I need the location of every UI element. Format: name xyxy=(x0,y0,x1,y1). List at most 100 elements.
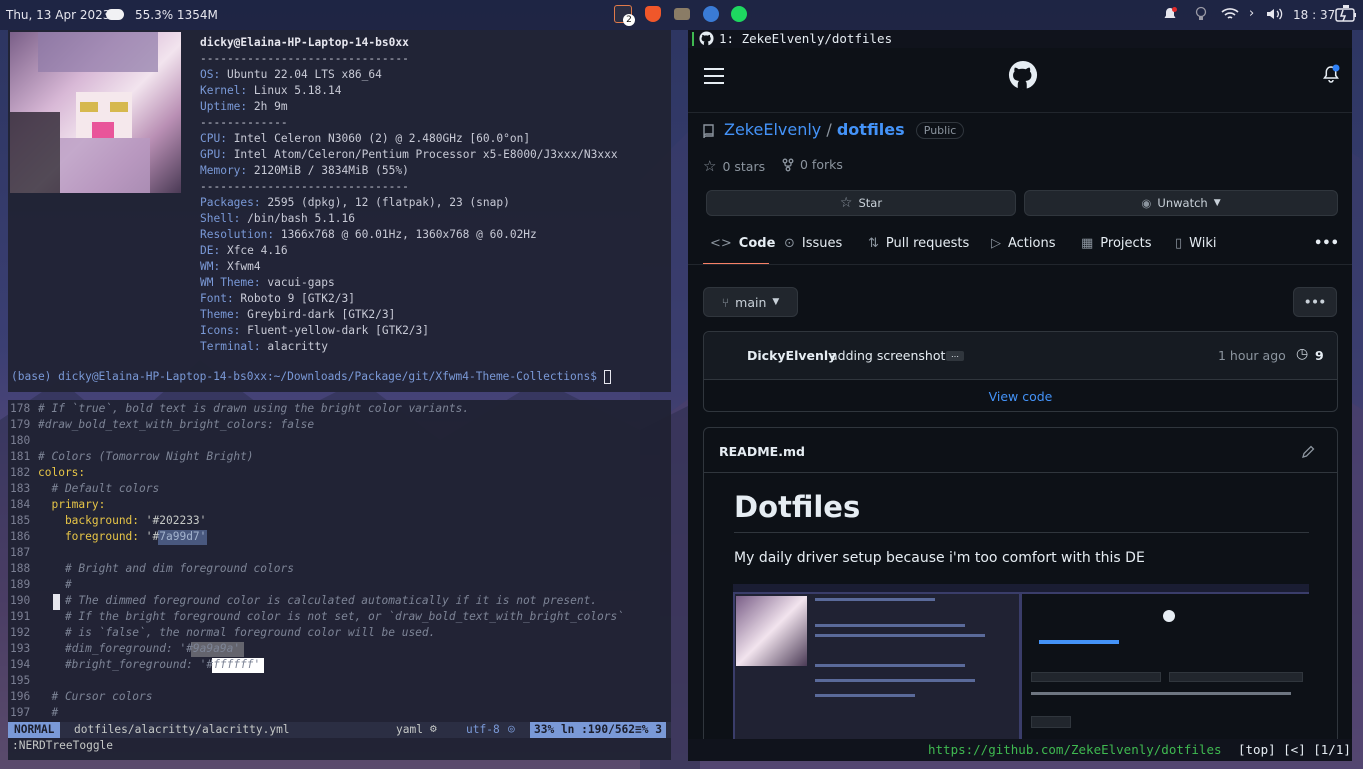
terminal-neofetch[interactable]: dicky@Elaina-HP-Laptop-14-bs0xx --------… xyxy=(8,30,671,392)
status-url[interactable]: https://github.com/ZekeElvenly/dotfiles xyxy=(928,742,1222,757)
code-line: 197 # xyxy=(10,706,59,719)
spotify-icon[interactable] xyxy=(731,6,747,22)
chevron-right-icon[interactable]: › xyxy=(1249,6,1254,21)
wifi-icon[interactable] xyxy=(1221,7,1239,21)
edit-pencil-icon[interactable] xyxy=(1301,445,1315,459)
mode-indicator: NORMAL xyxy=(8,722,61,738)
hamburger-menu-icon[interactable] xyxy=(704,67,724,84)
pull-request-icon: ⇅ xyxy=(868,236,879,251)
tab-indicator xyxy=(692,32,694,46)
caret-down-icon: ▼ xyxy=(1213,198,1221,208)
issue-icon: ⊙ xyxy=(784,236,795,251)
thunderbird-icon[interactable] xyxy=(703,6,719,22)
color-swatch-highlight xyxy=(158,530,207,545)
readme-divider xyxy=(704,472,1337,473)
code-line: 185 background: '#202233' xyxy=(10,514,207,527)
tab-wiki[interactable]: ▯ Wiki xyxy=(1175,236,1216,251)
code-line: 187 xyxy=(10,546,31,559)
tab-code[interactable]: <> Code xyxy=(710,236,775,251)
book-icon: ▯ xyxy=(1175,236,1183,251)
terminal-vim[interactable]: 178 # If `true`, bold text is drawn using… xyxy=(8,400,671,760)
play-circle-icon: ▷ xyxy=(991,236,1001,251)
browser-status-bar: https://github.com/ZekeElvenly/dotfiles … xyxy=(688,739,1352,761)
more-options-button[interactable]: ••• xyxy=(1293,287,1337,317)
de-line: DE: Xfce 4.16 xyxy=(200,244,288,257)
shell-line: Shell: /bin/bash 5.1.16 xyxy=(200,212,355,225)
branch-icon: ⑂ xyxy=(721,294,730,310)
notification-bell-icon[interactable] xyxy=(1322,64,1340,84)
code-line: 193 #dim_foreground: '#9a9a9a' xyxy=(10,642,241,655)
shell-prompt[interactable]: (base) dicky@Elaina-HP-Laptop-14-bs0xx:~… xyxy=(11,370,611,384)
unwatch-label: Unwatch xyxy=(1157,196,1208,210)
github-icon xyxy=(699,31,714,46)
tab-projects[interactable]: ▦ Projects xyxy=(1081,236,1152,251)
cursor-position: 33% ln :190/562≡% 3 xyxy=(530,722,666,738)
commit-count[interactable]: 9 xyxy=(1315,348,1324,363)
code-line: 182 colors: xyxy=(10,466,86,479)
repo-name-link[interactable]: dotfiles xyxy=(837,120,905,139)
code-line: 180 xyxy=(10,434,31,447)
os-line: OS: Ubuntu 22.04 LTS x86_64 xyxy=(200,68,382,81)
code-line: 183 # Default colors xyxy=(10,482,160,495)
code-line: 179 #draw_bold_text_with_bright_colors: f… xyxy=(10,418,315,431)
brave-browser-icon[interactable] xyxy=(645,6,661,22)
github-logo-icon[interactable] xyxy=(1008,60,1038,90)
code-line: 189 # xyxy=(10,578,72,591)
commit-ellipsis-button[interactable]: … xyxy=(946,351,964,361)
clock[interactable]: 18 : 37 xyxy=(1293,8,1335,22)
wm-theme-line: WM Theme: vacui-gaps xyxy=(200,276,335,289)
gpu-line: GPU: Intel Atom/Celeron/Pentium Processo… xyxy=(200,148,618,161)
code-line: 196 # Cursor colors xyxy=(10,690,153,703)
top-panel: Thu, 13 Apr 2023 55.3% 1354M 2 › 18 : 37 xyxy=(0,0,1363,30)
date-label[interactable]: Thu, 13 Apr 2023 xyxy=(6,8,110,22)
forks-link[interactable]: 0 forks xyxy=(782,157,843,172)
readme-paragraph: My daily driver setup because i'm too co… xyxy=(734,550,1145,566)
history-icon: ◷ xyxy=(1296,346,1309,362)
caret-down-icon: ▼ xyxy=(772,297,780,307)
repo-title: ZekeElvenly / dotfiles Public xyxy=(724,120,965,139)
table-icon: ▦ xyxy=(1081,236,1094,251)
battery-icon[interactable] xyxy=(1334,4,1358,24)
tab-actions[interactable]: ▷ Actions xyxy=(991,236,1056,251)
browser-window: 1: ZekeElvenly/dotfiles ZekeElvenly / do… xyxy=(688,30,1352,761)
commit-message[interactable]: adding screenshot xyxy=(830,348,945,363)
code-line: 195 xyxy=(10,674,31,687)
cpu-line: CPU: Intel Celeron N3060 (2) @ 2.480GHz … xyxy=(200,132,531,145)
star-button[interactable]: ☆ Star xyxy=(706,190,1016,216)
eye-icon: ◉ xyxy=(1141,196,1152,210)
repo-slash: / xyxy=(826,120,832,139)
fork-icon xyxy=(782,158,794,171)
repo-owner-link[interactable]: ZekeElvenly xyxy=(724,120,821,139)
repo-icon xyxy=(703,124,714,139)
font-line: Font: Roboto 9 [GTK2/3] xyxy=(200,292,355,305)
separator: ------------- xyxy=(200,116,288,129)
resolution-line: Resolution: 1366x768 @ 60.01Hz, 1360x768… xyxy=(200,228,537,241)
readme-screenshot-image[interactable] xyxy=(733,584,1309,746)
view-code-link[interactable]: View code xyxy=(704,389,1337,404)
tab-issues[interactable]: ⊙ Issues xyxy=(784,236,842,251)
file-path: dotfiles/alacritty/alacritty.yml xyxy=(74,723,290,736)
bell-icon[interactable] xyxy=(1162,6,1178,22)
terminal-cursor xyxy=(603,370,611,384)
code-line: 190 # The dimmed foreground color is cal… xyxy=(10,594,598,607)
code-line: 188 # Bright and dim foreground colors xyxy=(10,562,294,575)
browser-title-bar: 1: ZekeElvenly/dotfiles xyxy=(688,30,1352,48)
unwatch-button[interactable]: ◉ Unwatch ▼ xyxy=(1024,190,1338,216)
readme-filename[interactable]: README.md xyxy=(719,444,805,459)
folder-icon[interactable] xyxy=(674,8,690,20)
tab-pull-requests[interactable]: ⇅ Pull requests xyxy=(868,236,969,251)
branch-selector[interactable]: ⑂ main ▼ xyxy=(703,287,798,317)
tabs-divider xyxy=(688,264,1352,265)
stars-link[interactable]: ☆ 0 stars xyxy=(703,157,765,175)
icons-line: Icons: Fluent-yellow-dark [GTK2/3] xyxy=(200,324,430,337)
more-tabs-button[interactable]: ••• xyxy=(1314,236,1339,251)
volume-icon[interactable] xyxy=(1266,7,1284,21)
commit-author[interactable]: DickyElvenly xyxy=(747,348,836,363)
wm-line: WM: Xfwm4 xyxy=(200,260,261,273)
lightbulb-icon[interactable] xyxy=(1194,6,1208,22)
tab-title[interactable]: 1: ZekeElvenly/dotfiles xyxy=(719,31,892,46)
readme-box: README.md Dotfiles My daily driver setup… xyxy=(703,427,1338,747)
vim-cmdline[interactable]: :NERDTreeToggle xyxy=(8,738,671,754)
packages-line: Packages: 2595 (dpkg), 12 (flatpak), 23 … xyxy=(200,196,510,209)
commit-time: 1 hour ago xyxy=(1218,348,1286,363)
